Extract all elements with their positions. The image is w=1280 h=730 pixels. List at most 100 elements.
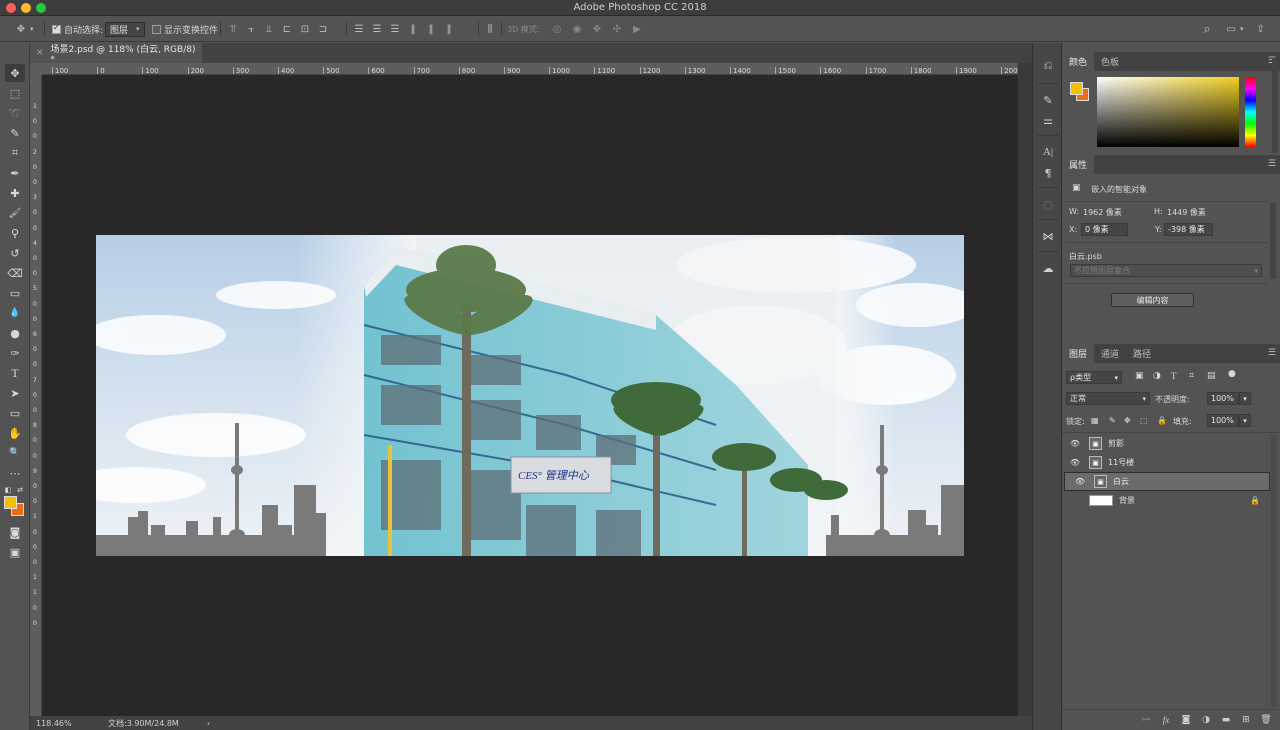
distribute-top-icon[interactable]: ☰ [352, 22, 366, 36]
visibility-eye-icon[interactable]: 👁 [1068, 439, 1082, 448]
hue-slider[interactable] [1245, 77, 1256, 147]
tab-channels[interactable]: 通道 [1094, 344, 1126, 363]
3d-panel-icon[interactable]: ◌ [1039, 195, 1057, 213]
align-vcenter-icon[interactable]: ⫟ [244, 22, 258, 36]
lock-position-icon[interactable]: ✥ [1124, 416, 1131, 425]
search-icon[interactable]: ⌕ [1200, 22, 1214, 37]
distribute-left-icon[interactable]: ‖ [406, 22, 420, 36]
panel-menu-icon[interactable]: ☰ [1268, 348, 1276, 358]
zoom-tool-icon[interactable]: 🔍 [5, 444, 25, 462]
layer-comp-select[interactable]: 不应用图层复合 ▾ [1070, 264, 1262, 277]
filter-toggle-icon[interactable]: ● [1228, 369, 1236, 379]
history-panel-icon[interactable]: ⎌ [1039, 57, 1057, 75]
layer-row-selected[interactable]: 👁 ▣ 白云 [1064, 472, 1270, 491]
panel-menu-icon[interactable]: ☰ [1268, 159, 1276, 169]
document-tab[interactable]: × 场景2.psd @ 118% (白云, RGB/8) * [30, 43, 202, 65]
auto-select-target-select[interactable]: 图层 ▾ [105, 21, 145, 37]
history-brush-tool-icon[interactable]: ↺ [5, 244, 25, 262]
fill-field[interactable]: 100% [1207, 414, 1239, 427]
align-right-icon[interactable]: ⊐ [316, 22, 330, 36]
opacity-dropdown-icon[interactable]: ▾ [1239, 392, 1251, 405]
screen-mode-icon[interactable]: ▣ [5, 543, 25, 561]
lock-icon[interactable]: 🔒 [1250, 496, 1260, 505]
blend-mode-select[interactable]: 正常 ▾ [1066, 392, 1150, 405]
x-position-field[interactable]: 0 像素 [1081, 223, 1128, 236]
lock-transparent-icon[interactable]: ▦ [1091, 416, 1099, 425]
align-top-icon[interactable]: ⫪ [226, 22, 240, 36]
pen-tool-icon[interactable]: ✑ [5, 344, 25, 362]
filter-adjustment-icon[interactable]: ◑ [1153, 371, 1161, 381]
lock-image-icon[interactable]: ✎ [1109, 416, 1116, 425]
layers-scrollbar[interactable] [1271, 435, 1277, 707]
type-tool-icon[interactable]: T [5, 364, 25, 382]
share-icon[interactable]: ⇪ [1254, 22, 1268, 36]
color-panel-scrollbar[interactable] [1272, 58, 1278, 153]
tab-swatches[interactable]: 色板 [1094, 52, 1126, 71]
adjustment-layer-icon[interactable]: ◑ [1200, 715, 1212, 725]
new-layer-icon[interactable]: ⊞ [1240, 715, 1252, 725]
3d-roll-icon[interactable]: ◉ [570, 22, 584, 36]
auto-select-checkbox[interactable] [52, 23, 61, 34]
tab-paths[interactable]: 路径 [1126, 344, 1158, 363]
document-canvas-image[interactable]: CES° 管理中心 [96, 235, 964, 556]
distribute-bottom-icon[interactable]: ☰ [388, 22, 402, 36]
layer-row[interactable]: · 背景 🔒 [1064, 491, 1270, 510]
edit-contents-button[interactable]: 编辑内容 [1111, 293, 1194, 307]
distribute-hcenter-icon[interactable]: ‖ [424, 22, 438, 36]
layer-filter-select[interactable]: ρ类型 ▾ [1066, 371, 1122, 384]
libraries-panel-icon[interactable]: ☁ [1039, 259, 1057, 277]
link-layers-icon[interactable]: ⊶ [1140, 715, 1152, 725]
hand-tool-icon[interactable]: ✋ [5, 424, 25, 442]
properties-panel-scrollbar[interactable] [1270, 203, 1276, 279]
rectangle-tool-icon[interactable]: ▭ [5, 404, 25, 422]
character-panel-icon[interactable]: A| [1039, 143, 1057, 161]
align-hcenter-icon[interactable]: ⊡ [298, 22, 312, 36]
align-left-icon[interactable]: ⊏ [280, 22, 294, 36]
blur-tool-icon[interactable]: 💧 [5, 304, 25, 322]
3d-pan-icon[interactable]: ✥ [590, 22, 604, 36]
lasso-tool-icon[interactable]: ➰ [5, 104, 25, 122]
color-picker-field[interactable] [1097, 77, 1239, 147]
adjustments-icon[interactable]: ⚌ [1039, 111, 1057, 129]
fill-dropdown-icon[interactable]: ▾ [1239, 414, 1251, 427]
filter-shape-icon[interactable]: ⌗ [1189, 371, 1194, 381]
delete-layer-icon[interactable]: 🗑 [1260, 715, 1272, 725]
brush-tool-icon[interactable]: 🖌 [5, 204, 25, 222]
paragraph-panel-icon[interactable]: ¶ [1039, 164, 1057, 182]
layer-style-fx-icon[interactable]: fx [1160, 715, 1172, 725]
clone-stamp-tool-icon[interactable]: ⚲ [5, 224, 25, 242]
eraser-tool-icon[interactable]: ⌫ [5, 264, 25, 282]
show-transform-checkbox[interactable] [152, 24, 161, 34]
horizontal-ruler[interactable]: 100 0 100 200 300 400 500 600 700 800 900 1000 1100 1… [42, 63, 1018, 75]
quick-select-tool-icon[interactable]: ✎ [5, 124, 25, 142]
eyedropper-tool-icon[interactable]: ✒ [5, 164, 25, 182]
layer-row[interactable]: 👁 ▣ 11号楼 [1064, 453, 1270, 472]
marquee-tool-icon[interactable]: ⬚ [5, 84, 25, 102]
filter-pixel-icon[interactable]: ▣ [1135, 371, 1144, 381]
3d-slide-icon[interactable]: ✣ [610, 22, 624, 36]
status-menu-arrow[interactable]: › [207, 719, 210, 728]
vertical-scrollbar[interactable] [1018, 63, 1032, 716]
layer-row[interactable]: 👁 ▣ 剪影 [1064, 434, 1270, 453]
y-position-field[interactable]: -398 像素 [1164, 223, 1213, 236]
width-value[interactable]: 1962 像素 [1083, 207, 1122, 218]
filter-smart-object-icon[interactable]: ▤ [1207, 371, 1216, 381]
auto-align-icon[interactable]: ⫼ [483, 22, 497, 36]
opacity-field[interactable]: 100% [1207, 392, 1239, 405]
zoom-level[interactable]: 118.46% [36, 719, 96, 728]
move-tool-icon[interactable]: ✥ [5, 64, 25, 82]
close-tab-icon[interactable]: × [36, 48, 44, 58]
ruler-origin[interactable] [30, 63, 42, 75]
tab-layers[interactable]: 图层 [1062, 344, 1095, 363]
add-mask-icon[interactable]: ◙ [1180, 715, 1192, 725]
more-tools-icon[interactable]: ⋯ [5, 464, 25, 482]
brush-settings-icon[interactable]: ✎ [1039, 91, 1057, 109]
foreground-color-swatch[interactable] [4, 496, 17, 509]
color-panel-foreground-swatch[interactable] [1070, 82, 1083, 95]
move-tool-preset-picker[interactable]: ✥ ▾ [14, 16, 34, 42]
path-selection-tool-icon[interactable]: ➤ [5, 384, 25, 402]
crop-tool-icon[interactable]: ⌗ [5, 144, 25, 162]
filter-type-icon[interactable]: T [1171, 371, 1177, 381]
dodge-tool-icon[interactable]: ● [5, 324, 25, 342]
gradient-tool-icon[interactable]: ▭ [5, 284, 25, 302]
